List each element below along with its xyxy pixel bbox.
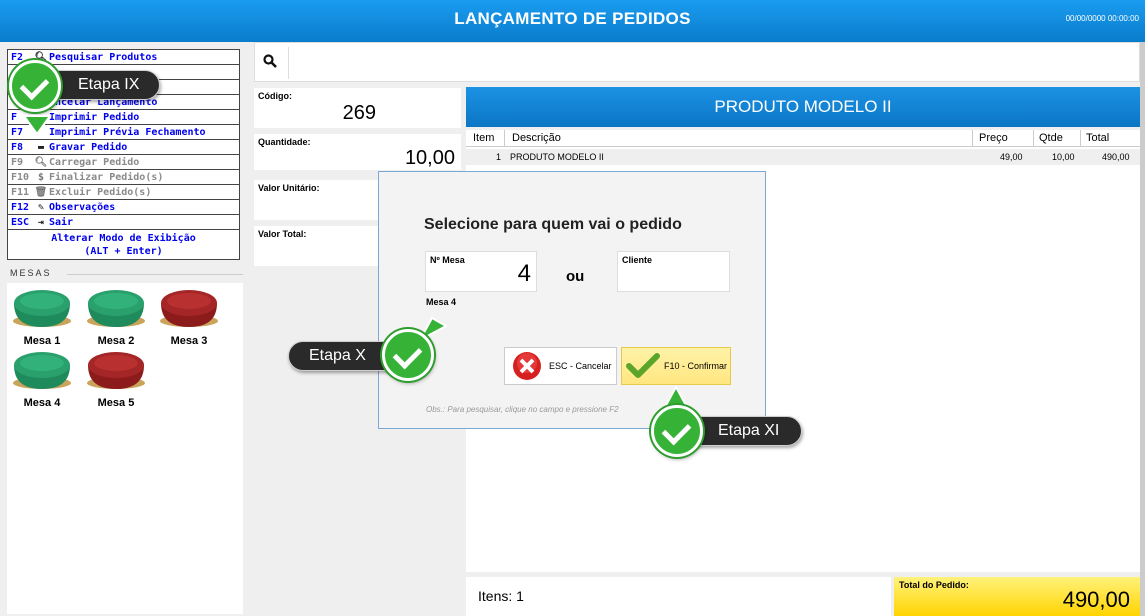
cancel-button[interactable]: ESC - Cancelar <box>504 347 617 385</box>
product-search-bar[interactable] <box>254 42 1140 82</box>
check-badge-icon <box>9 60 61 112</box>
scrollbar[interactable] <box>1140 42 1145 616</box>
menu-item-excluir-pedido[interactable]: F11 🗑︎ Excluir Pedido(s) <box>8 185 239 200</box>
product-name-banner: PRODUTO MODELO II <box>466 87 1140 127</box>
table-icon <box>87 352 145 389</box>
table-row[interactable]: 1 PRODUTO MODELO II 49,00 10,00 490,00 <box>466 149 1140 165</box>
order-destination-dialog: Selecione para quem vai o pedido Nº Mesa… <box>378 171 766 429</box>
table-mesa-2[interactable]: Mesa 2 <box>85 287 147 347</box>
mesas-label: MESAS <box>10 268 52 278</box>
check-badge-icon <box>382 329 434 381</box>
col-descricao[interactable]: Descrição <box>512 132 561 144</box>
table-mesa-4[interactable]: Mesa 4 <box>11 349 73 409</box>
col-item[interactable]: Item <box>473 132 494 144</box>
cliente-field[interactable]: Cliente <box>617 251 730 292</box>
page-title: LANÇAMENTO DE PEDIDOS <box>454 9 691 28</box>
tutorial-callout-step9: Etapa IX <box>44 70 160 100</box>
menu-item-gravar-pedido[interactable]: F8 ▬ Gravar Pedido <box>8 140 239 155</box>
dialog-hint: Obs.: Para pesquisar, clique no campo e … <box>426 405 619 414</box>
datetime-display: 00/00/0000 00:00:00 <box>1065 14 1139 23</box>
table-mesa-5[interactable]: Mesa 5 <box>85 349 147 409</box>
check-badge-icon <box>651 405 703 457</box>
table-mesa-3[interactable]: Mesa 3 <box>158 287 220 347</box>
grid-header: Item Descrição Preço Qtde Total <box>466 130 1140 147</box>
menu-item-carregar-pedido[interactable]: F9 🔍︎ Carregar Pedido <box>8 155 239 170</box>
trash-icon: 🗑︎ <box>34 186 48 198</box>
menu-item-finalizar-pedido[interactable]: F10 $ Finalizar Pedido(s) <box>8 170 239 185</box>
pointer-arrow-icon <box>22 115 52 136</box>
confirm-button[interactable]: F10 - Confirmar <box>621 347 731 385</box>
menu-item-alterar-modo[interactable]: Alterar Modo de Exibição (ALT + Enter) <box>8 230 239 258</box>
mesas-area: Mesa 1 Mesa 2 Mesa 3 Mesa 4 Mesa 5 <box>7 283 243 614</box>
table-icon <box>160 290 218 327</box>
search-icon[interactable] <box>263 54 277 68</box>
table-mesa-1[interactable]: Mesa 1 <box>11 287 73 347</box>
items-count: Itens: 1 <box>466 577 891 616</box>
codigo-field[interactable]: Código: 269 <box>254 88 461 128</box>
mesa-number-field[interactable]: Nº Mesa 4 <box>425 251 537 292</box>
table-icon <box>13 352 71 389</box>
dialog-title: Selecione para quem vai o pedido <box>424 216 682 233</box>
table-icon <box>13 290 71 327</box>
checkmark-icon <box>626 353 660 378</box>
menu-item-observacoes[interactable]: F12 ✎ Observações <box>8 200 239 215</box>
dollar-icon: $ <box>37 171 45 183</box>
col-preco[interactable]: Preço <box>979 132 1008 144</box>
selected-mesa-label: Mesa 4 <box>426 297 457 307</box>
col-qtde[interactable]: Qtde <box>1039 132 1063 144</box>
order-total: Total do Pedido: 490,00 <box>894 577 1140 616</box>
col-total[interactable]: Total <box>1086 132 1109 144</box>
table-icon <box>87 290 145 327</box>
search-icon: 🔍︎ <box>34 156 48 168</box>
exit-icon: ⇥ <box>37 216 45 228</box>
title-bar: LANÇAMENTO DE PEDIDOS 00/00/0000 00:00:0… <box>0 0 1145 42</box>
save-icon: ▬ <box>37 141 45 153</box>
quantidade-field[interactable]: Quantidade: 10,00 <box>254 134 461 170</box>
cancel-icon <box>513 352 541 380</box>
menu-item-sair[interactable]: ESC ⇥ Sair <box>8 215 239 230</box>
mesas-panel: MESAS Mesa 1 Mesa 2 Mesa 3 Mesa 4 Mesa 5 <box>7 268 243 614</box>
edit-icon: ✎ <box>37 201 45 213</box>
or-label: ou <box>566 268 585 285</box>
